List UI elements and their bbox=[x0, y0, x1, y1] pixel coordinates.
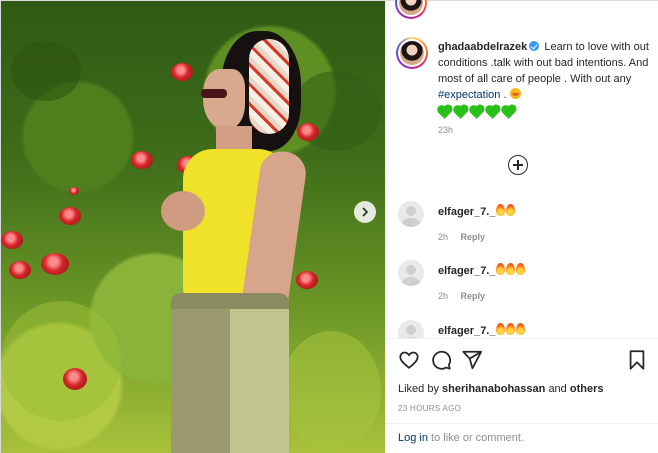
login-prompt: Log in to like or comment. bbox=[398, 432, 524, 444]
caption-timestamp[interactable]: 23h bbox=[438, 125, 453, 135]
caption-text: ghadaabdelrazek Learn to love with out c… bbox=[438, 39, 654, 119]
chevron-right-icon[interactable] bbox=[354, 201, 376, 223]
others-link[interactable]: others bbox=[570, 383, 604, 395]
login-suffix: to like or comment. bbox=[431, 432, 524, 444]
comment-username[interactable]: elfager_7._ bbox=[438, 206, 495, 218]
reply-button[interactable]: Reply bbox=[461, 291, 486, 301]
green-heart-emoji-icon bbox=[438, 106, 451, 119]
post-sidebar: ghadaabdelrazek Learn to love with out c… bbox=[385, 0, 658, 453]
reply-button[interactable]: Reply bbox=[461, 232, 486, 242]
action-bar bbox=[398, 349, 648, 371]
person bbox=[161, 31, 311, 453]
comment: elfager_7._ 2h Reply bbox=[398, 201, 648, 251]
username-link[interactable]: ghadaabdelrazek bbox=[438, 41, 527, 53]
face bbox=[203, 69, 245, 129]
fire-emoji-icon bbox=[516, 263, 525, 275]
green-hearts bbox=[438, 106, 654, 119]
hand bbox=[161, 191, 205, 231]
fire-emojis bbox=[496, 263, 525, 275]
fire-emoji-icon bbox=[496, 263, 505, 275]
avatar[interactable] bbox=[396, 37, 428, 69]
post-image[interactable] bbox=[1, 1, 385, 453]
fire-emoji-icon bbox=[496, 204, 505, 216]
comment-username[interactable]: elfager_7._ bbox=[438, 325, 495, 337]
smiling-face-emoji-icon bbox=[509, 88, 521, 99]
comment-time[interactable]: 2h bbox=[438, 232, 448, 242]
divider bbox=[386, 338, 658, 339]
rose bbox=[131, 151, 153, 169]
comment-time[interactable]: 2h bbox=[438, 291, 448, 301]
avatar[interactable] bbox=[398, 260, 424, 286]
fire-emojis bbox=[496, 323, 525, 335]
comment: elfager_7._ bbox=[398, 320, 648, 338]
verified-badge-icon bbox=[529, 41, 540, 51]
fire-emoji-icon bbox=[506, 204, 515, 216]
rose bbox=[9, 261, 31, 279]
headscarf bbox=[249, 39, 289, 134]
plus-circle-icon[interactable] bbox=[508, 155, 528, 175]
avatar[interactable] bbox=[398, 201, 424, 227]
post-frame: ghadaabdelrazek Learn to love with out c… bbox=[0, 0, 658, 453]
comment-bubble-icon[interactable] bbox=[430, 349, 452, 371]
liked-by-user-link[interactable]: sherihanabohassan bbox=[442, 383, 545, 395]
fire-emoji-icon bbox=[516, 323, 525, 335]
rose bbox=[59, 207, 81, 225]
green-heart-emoji-icon bbox=[486, 106, 499, 119]
rose bbox=[1, 231, 23, 249]
comment: elfager_7._ 2h Reply bbox=[398, 260, 648, 310]
rose bbox=[41, 253, 69, 275]
heart-outline-icon[interactable] bbox=[398, 349, 420, 371]
likes-summary: Liked by sherihanabohassan and others bbox=[398, 383, 603, 395]
bookmark-icon[interactable] bbox=[626, 349, 648, 371]
fire-emoji-icon bbox=[496, 323, 505, 335]
avatar[interactable] bbox=[395, 0, 427, 19]
liked-by-prefix: Liked by bbox=[398, 383, 439, 395]
caption-suffix: . bbox=[503, 89, 507, 101]
fire-emoji-icon bbox=[506, 323, 515, 335]
green-heart-emoji-icon bbox=[454, 106, 467, 119]
fire-emojis bbox=[496, 204, 515, 216]
hashtag-link[interactable]: #expectation bbox=[438, 89, 500, 101]
pants bbox=[171, 293, 289, 453]
liked-by-suffix: and bbox=[548, 383, 567, 395]
fire-emoji-icon bbox=[506, 263, 515, 275]
divider bbox=[386, 423, 658, 424]
foliage bbox=[1, 301, 121, 421]
avatar[interactable] bbox=[398, 320, 424, 338]
green-heart-emoji-icon bbox=[502, 106, 515, 119]
comment-meta: 2h Reply bbox=[438, 291, 485, 301]
login-link[interactable]: Log in bbox=[398, 432, 428, 444]
foliage bbox=[11, 41, 81, 101]
post-timestamp[interactable]: 23 HOURS AGO bbox=[398, 404, 461, 413]
rose bbox=[69, 187, 79, 195]
rose bbox=[63, 368, 87, 390]
comment-meta: 2h Reply bbox=[438, 232, 485, 242]
sunglasses bbox=[201, 89, 227, 98]
green-heart-emoji-icon bbox=[470, 106, 483, 119]
comment-username[interactable]: elfager_7._ bbox=[438, 265, 495, 277]
paper-plane-icon[interactable] bbox=[461, 349, 483, 371]
